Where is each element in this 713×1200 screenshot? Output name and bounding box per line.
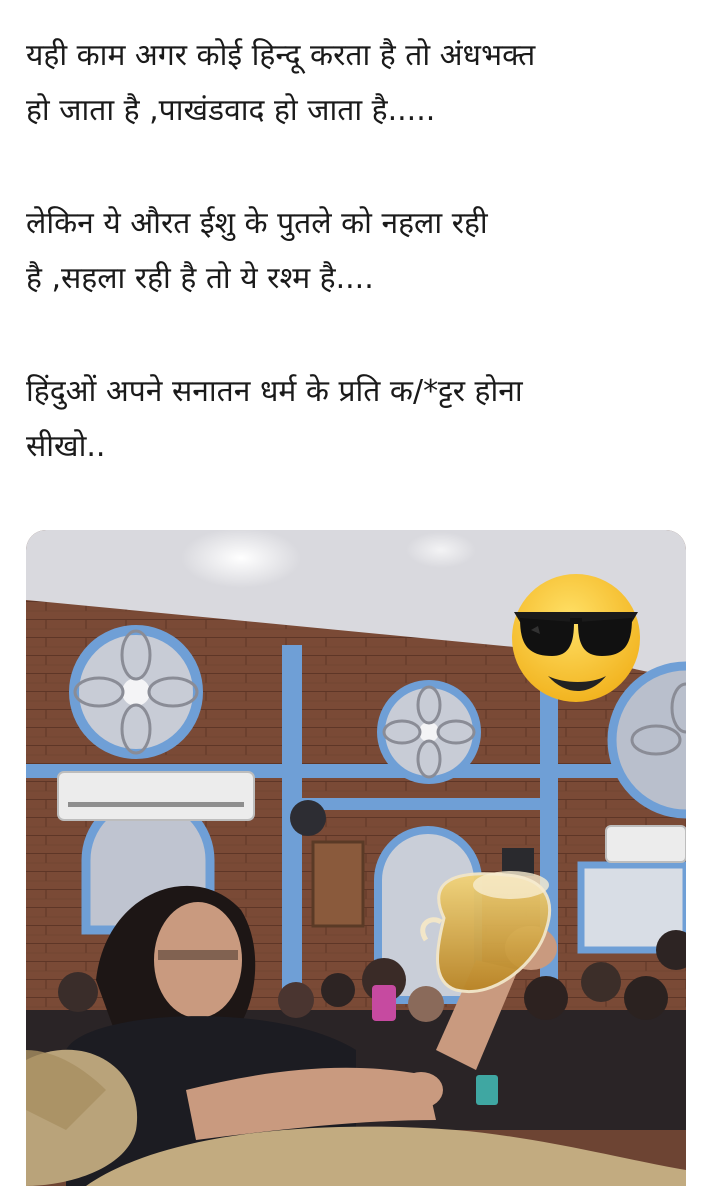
paragraph-3: हिंदुओं अपने सनातन धर्म के प्रति क/*ट्टर… (26, 364, 696, 474)
paragraph-3-line-2: सीखो.. (26, 429, 106, 464)
media-photo (26, 530, 686, 1186)
wall-fan (290, 800, 326, 836)
paragraph-1-line-1: यही काम अगर कोई हिन्दू करता है तो अंधभक्… (26, 38, 536, 73)
wall-picture (311, 840, 365, 928)
paragraph-2-line-2: है ,सहला रही है तो ये रश्म है.... (26, 261, 374, 296)
paragraph-1: यही काम अगर कोई हिन्दू करता है तो अंधभक्… (26, 28, 696, 138)
paragraph-2: लेकिन ये औरत ईशु के पुतले को नहला रही है… (26, 196, 696, 306)
paragraph-3-line-1: हिंदुओं अपने सनातन धर्म के प्रति क/*ट्टर… (26, 374, 523, 409)
paragraph-1-line-2: हो जाता है ,पाखंडवाद हो जाता है..... (26, 93, 436, 128)
air-conditioner (57, 771, 255, 821)
sunglasses-emoji (512, 574, 640, 702)
post-text: यही काम अगर कोई हिन्दू करता है तो अंधभक्… (26, 28, 696, 474)
round-window-center (377, 680, 481, 784)
post-media[interactable] (26, 530, 686, 1186)
paragraph-2-line-1: लेकिन ये औरत ईशु के पुतले को नहला रही (26, 206, 488, 241)
round-window-left (69, 625, 203, 759)
ceiling-light (181, 530, 301, 588)
